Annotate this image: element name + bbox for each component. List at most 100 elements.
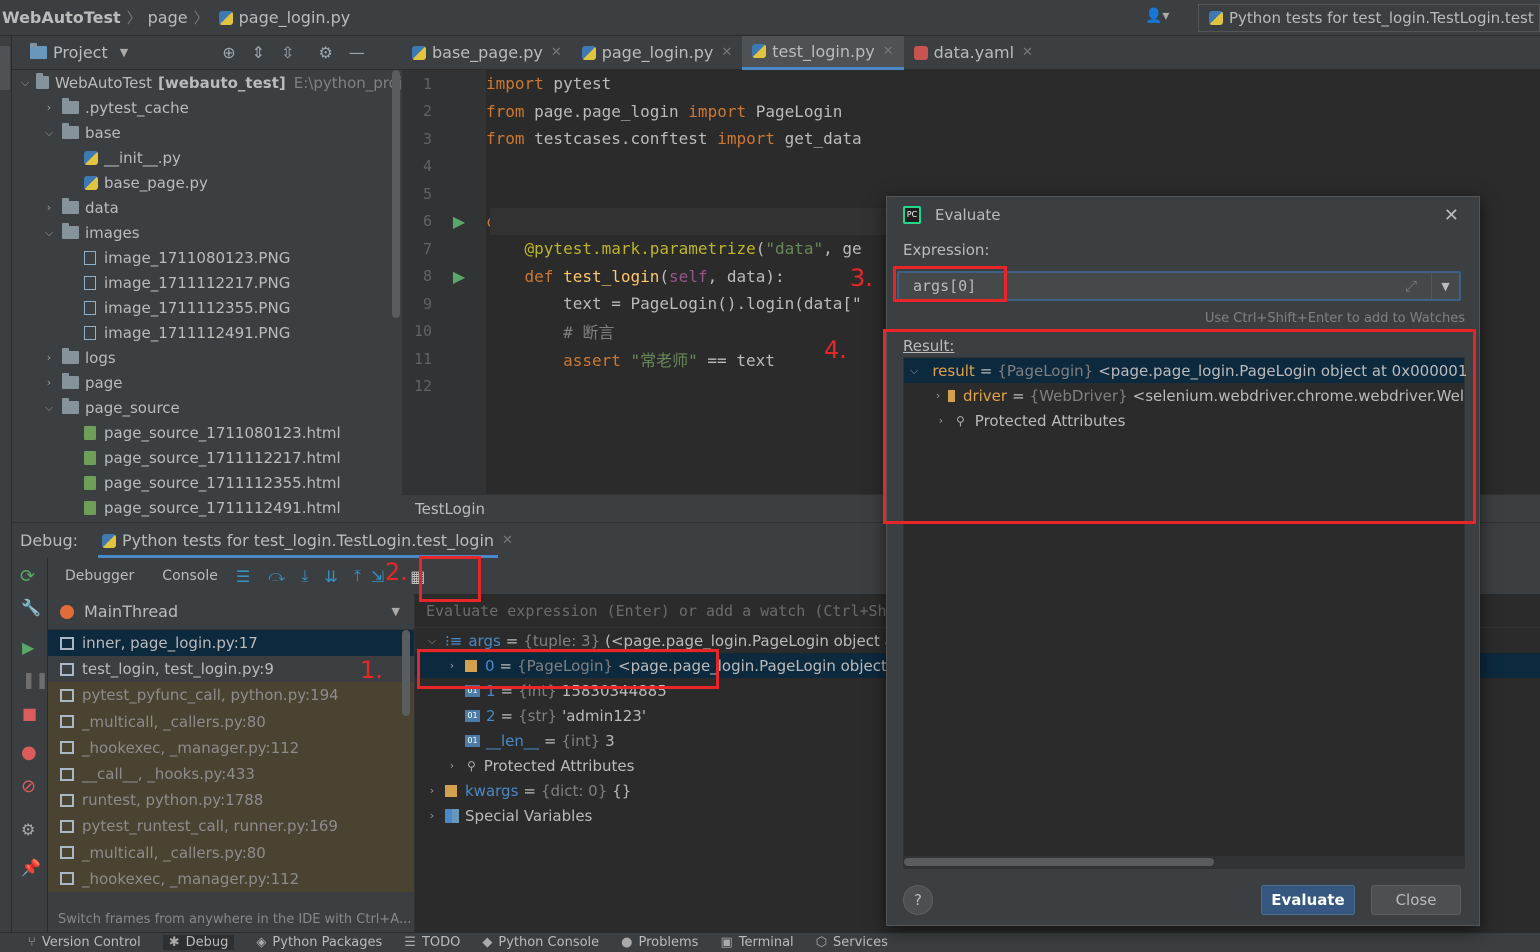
- help-button[interactable]: ?: [903, 885, 933, 915]
- chevron-right-icon[interactable]: ›: [42, 201, 56, 214]
- chevron-down-icon[interactable]: ⌵: [910, 364, 918, 378]
- tree-root[interactable]: ⌵ WebAutoTest [webauto_test] E:\python_p…: [12, 70, 402, 95]
- thread-selector[interactable]: MainThread ▼: [48, 594, 414, 630]
- editor-tab[interactable]: test_login.py ✕: [742, 35, 904, 70]
- project-strip-button[interactable]: [0, 46, 10, 90]
- scrollbar[interactable]: [392, 70, 400, 318]
- chevron-right-icon[interactable]: ›: [934, 389, 942, 402]
- collapse-all-icon[interactable]: ⇳: [281, 43, 294, 62]
- expand-icon[interactable]: ⤢: [1405, 277, 1417, 295]
- step-into-my-code-icon[interactable]: ⇊: [324, 567, 337, 586]
- stack-frame[interactable]: _multicall, _callers.py:80: [48, 839, 414, 866]
- editor-tab[interactable]: page_login.py ✕: [572, 36, 743, 70]
- stack-frame[interactable]: _multicall, _callers.py:80: [48, 708, 414, 735]
- tool-window-button[interactable]: ▣ Terminal: [720, 935, 793, 950]
- tree-item[interactable]: image_1711112491.PNG: [12, 320, 402, 345]
- chevron-down-icon[interactable]: ▼: [1431, 273, 1459, 299]
- gear-icon[interactable]: ⚙: [318, 43, 332, 62]
- chevron-right-icon[interactable]: ›: [42, 351, 56, 364]
- editor-tab[interactable]: base_page.py ✕: [402, 36, 572, 70]
- user-icon[interactable]: 👤▾: [1145, 8, 1169, 24]
- expand-all-icon[interactable]: ⇕: [252, 43, 265, 62]
- stack-frame[interactable]: _hookexec, _manager.py:112: [48, 734, 414, 761]
- evaluate-expression-icon[interactable]: ▦: [410, 567, 425, 586]
- tool-window-button[interactable]: ◈ Python Packages: [256, 935, 382, 950]
- tree-item[interactable]: › page: [12, 370, 402, 395]
- stack-frame[interactable]: _hookexec, _manager.py:112: [48, 865, 414, 892]
- step-over-icon[interactable]: ⤼: [268, 566, 285, 586]
- stop-icon[interactable]: ■: [22, 704, 37, 723]
- driver-row[interactable]: › driver = {WebDriver} <selenium.webdriv…: [904, 383, 1464, 408]
- chevron-right-icon[interactable]: ›: [445, 759, 459, 772]
- tree-item[interactable]: ⌵ base: [12, 120, 402, 145]
- tab-debugger[interactable]: Debugger: [65, 568, 134, 584]
- tool-window-button[interactable]: ✱ Debug: [162, 935, 235, 950]
- gear-icon[interactable]: ⚙: [21, 820, 35, 839]
- step-into-icon[interactable]: ⤓: [301, 566, 308, 586]
- close-icon[interactable]: ✕: [502, 533, 513, 548]
- pause-icon[interactable]: ❚❚: [22, 670, 49, 689]
- close-icon[interactable]: ✕: [1022, 45, 1033, 60]
- tree-item[interactable]: › data: [12, 195, 402, 220]
- close-icon[interactable]: ✕: [883, 44, 894, 59]
- tool-window-button[interactable]: ☰ TODO: [404, 935, 460, 950]
- chevron-right-icon[interactable]: ›: [934, 414, 948, 427]
- tree-item[interactable]: ⌵ images: [12, 220, 402, 245]
- tab-console[interactable]: Console: [162, 568, 218, 584]
- tree-item[interactable]: page_source_1711080123.html: [12, 420, 402, 445]
- tool-window-button[interactable]: ⬡ Services: [816, 935, 888, 950]
- chevron-right-icon[interactable]: ›: [42, 101, 56, 114]
- close-icon[interactable]: ✕: [551, 45, 562, 60]
- tree-item[interactable]: image_1711080123.PNG: [12, 245, 402, 270]
- hide-icon[interactable]: —: [349, 43, 365, 62]
- tree-item[interactable]: › logs: [12, 345, 402, 370]
- close-button[interactable]: Close: [1371, 885, 1461, 915]
- run-test-icon[interactable]: ▶: [432, 267, 486, 286]
- tree-item[interactable]: › .pytest_cache: [12, 95, 402, 120]
- tree-item[interactable]: image_1711112217.PNG: [12, 270, 402, 295]
- stack-frame[interactable]: inner, page_login.py:17: [48, 630, 414, 657]
- protected-row[interactable]: › ⚲ Protected Attributes: [904, 408, 1464, 433]
- chevron-down-icon[interactable]: ▼: [120, 46, 128, 59]
- breadcrumb-folder[interactable]: page: [148, 8, 188, 27]
- tool-window-button[interactable]: ● Problems: [621, 935, 698, 950]
- chevron-down-icon[interactable]: ⌵: [42, 226, 56, 240]
- editor-tab[interactable]: data.yaml ✕: [904, 36, 1043, 70]
- stack-frame[interactable]: runtest, python.py:1788: [48, 787, 414, 814]
- chevron-right-icon[interactable]: ›: [445, 659, 459, 672]
- project-panel-title[interactable]: Project: [53, 43, 108, 62]
- tree-item[interactable]: page_source_1711112491.html: [12, 495, 402, 520]
- tree-item[interactable]: base_page.py: [12, 170, 402, 195]
- step-out-icon[interactable]: ⤒: [354, 566, 361, 586]
- run-to-cursor-icon[interactable]: ⇲: [371, 567, 384, 586]
- locate-icon[interactable]: ⊕: [222, 43, 235, 62]
- run-test-icon[interactable]: ▶: [432, 212, 486, 231]
- tree-item[interactable]: __init__.py: [12, 145, 402, 170]
- chevron-down-icon[interactable]: ⌵: [42, 126, 56, 140]
- tree-item[interactable]: page_source_1711112217.html: [12, 445, 402, 470]
- breadcrumb-project[interactable]: WebAutoTest: [2, 8, 121, 27]
- tree-item[interactable]: ⌵ page_source: [12, 395, 402, 420]
- scrollbar[interactable]: [904, 858, 1214, 866]
- chevron-down-icon[interactable]: ⌵: [425, 634, 439, 648]
- tool-window-button[interactable]: ⑂ Version Control: [28, 935, 141, 950]
- editor-breadcrumb[interactable]: TestLogin: [415, 500, 485, 518]
- evaluate-button[interactable]: Evaluate: [1261, 885, 1355, 915]
- breakpoints-icon[interactable]: ●: [21, 742, 37, 763]
- stack-frame[interactable]: pytest_pyfunc_call, python.py:194: [48, 682, 414, 709]
- breadcrumb-file[interactable]: page_login.py: [239, 8, 351, 27]
- stack-frame[interactable]: __call__, _hooks.py:433: [48, 760, 414, 788]
- run-configuration-selector[interactable]: Python tests for test_login.TestLogin.te…: [1198, 4, 1540, 32]
- chevron-down-icon[interactable]: ⌵: [20, 76, 30, 90]
- structure-strip-button[interactable]: [0, 866, 10, 926]
- chevron-down-icon[interactable]: ▼: [392, 605, 400, 618]
- close-icon[interactable]: ✕: [721, 45, 732, 60]
- stack-frame[interactable]: pytest_runtest_call, runner.py:169: [48, 813, 414, 840]
- frames-icon[interactable]: ☰: [236, 567, 250, 586]
- chevron-right-icon[interactable]: ›: [42, 376, 56, 389]
- expression-input[interactable]: args[0] ⤢ ▼: [897, 271, 1461, 301]
- chevron-down-icon[interactable]: ⌵: [42, 401, 56, 415]
- debug-session-tab[interactable]: Python tests for test_login.TestLogin.te…: [122, 531, 494, 550]
- chevron-right-icon[interactable]: ›: [425, 809, 439, 822]
- rerun-icon[interactable]: ⟳: [20, 566, 35, 587]
